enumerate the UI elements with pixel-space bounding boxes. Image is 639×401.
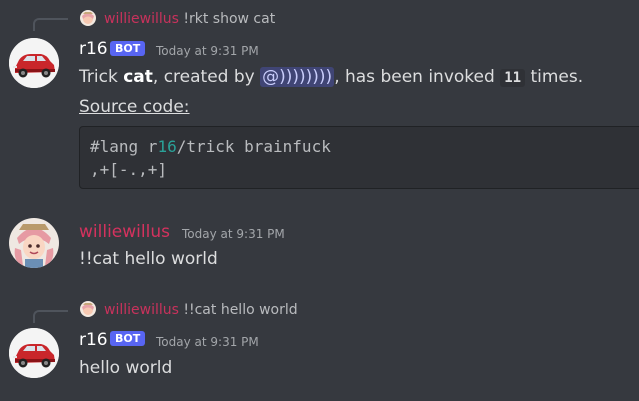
message-content: !!cat hello world	[79, 249, 218, 269]
williewillus-avatar[interactable]	[9, 218, 59, 268]
bot-tag: BOT	[110, 41, 146, 56]
timestamp[interactable]: Today at 9:31 PM	[156, 43, 259, 59]
williewillus-mini-avatar[interactable]	[80, 10, 96, 26]
code-text: /trick brainfuck	[176, 137, 331, 156]
trick-name: cat	[123, 67, 153, 87]
reply-spine	[33, 310, 68, 323]
code-block: #lang r16/trick brainfuck ,+[-.,+]	[79, 126, 639, 189]
reply-preview[interactable]: williewillus !rkt show cat	[104, 10, 275, 28]
text-segment: , created by	[152, 67, 261, 87]
author-name[interactable]: r16	[79, 38, 108, 60]
reply-author[interactable]: williewillus	[104, 302, 179, 318]
author-name[interactable]: r16	[79, 329, 108, 351]
invoke-count: 11	[500, 69, 526, 87]
reply-text[interactable]: !rkt show cat	[183, 11, 275, 27]
williewillus-mini-avatar[interactable]	[80, 301, 96, 317]
reply-preview[interactable]: williewillus !!cat hello world	[104, 301, 298, 319]
r16-avatar[interactable]	[9, 328, 59, 378]
reply-spine	[33, 18, 68, 31]
message-content: Trick cat, created by @)))))))), has bee…	[79, 65, 583, 90]
text-segment: , has been invoked	[334, 67, 501, 87]
author-name[interactable]: williewillus	[79, 221, 170, 243]
reply-author[interactable]: williewillus	[104, 11, 179, 27]
user-mention[interactable]: @))))))))	[260, 67, 335, 87]
code-text: #lang r	[90, 137, 158, 156]
text-segment: times.	[525, 67, 584, 87]
timestamp[interactable]: Today at 9:31 PM	[182, 226, 285, 242]
message-content: hello world	[79, 358, 173, 378]
bot-tag: BOT	[110, 331, 146, 346]
reply-text[interactable]: !!cat hello world	[183, 302, 297, 318]
text-segment: Trick	[79, 67, 124, 87]
code-text: ,+[-.,+]	[90, 160, 168, 179]
code-number: 16	[157, 137, 177, 156]
r16-avatar[interactable]	[9, 38, 59, 88]
source-code-label: Source code:	[79, 97, 190, 117]
timestamp[interactable]: Today at 9:31 PM	[156, 334, 259, 350]
